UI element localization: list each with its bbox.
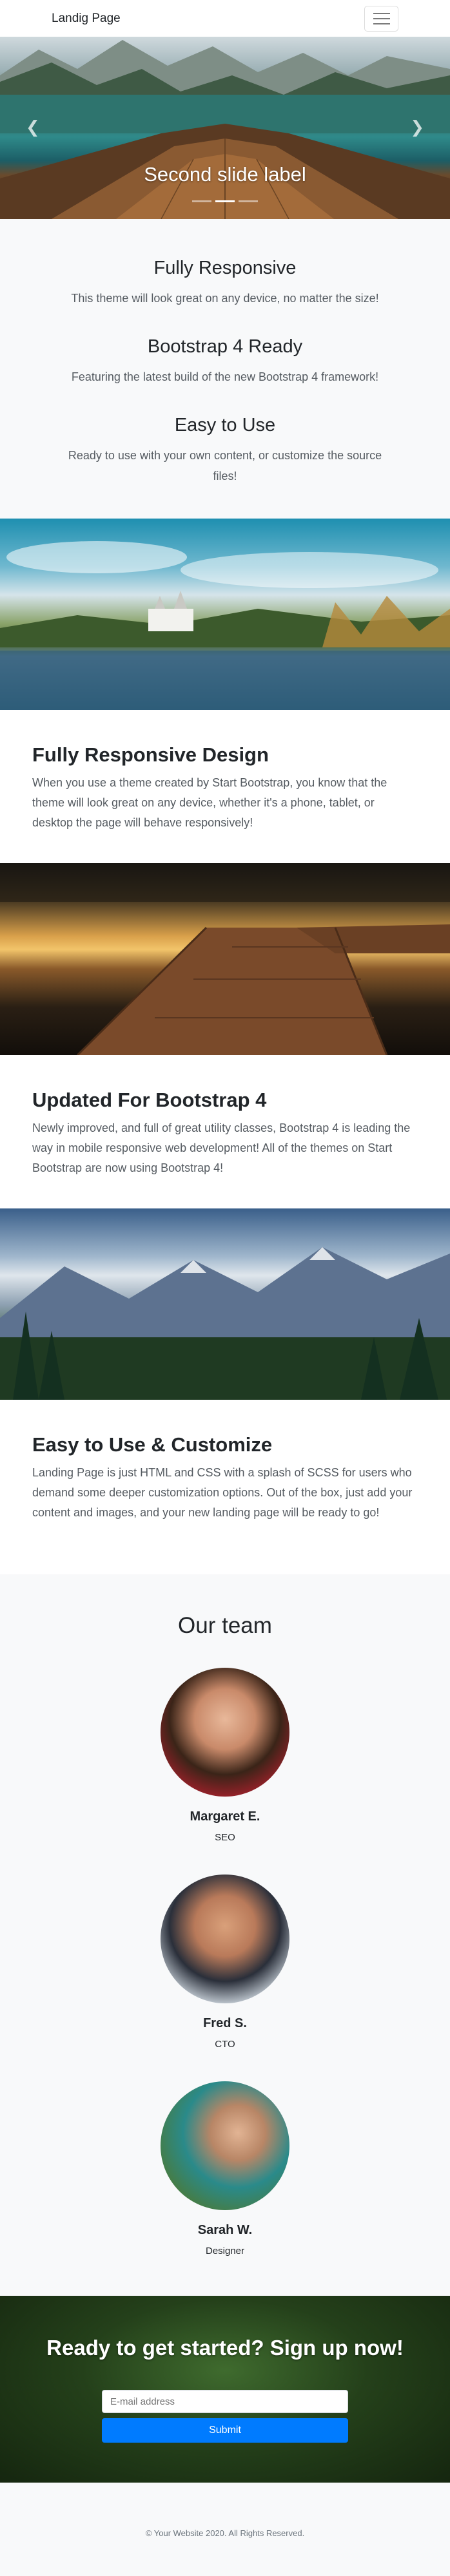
section-text: Landing Page is just HTML and CSS with a… xyxy=(32,1466,413,1519)
chevron-left-icon[interactable]: ❮ xyxy=(26,117,40,137)
feature-text: Ready to use with your own content, or c… xyxy=(68,449,382,482)
carousel-indicators xyxy=(0,200,450,202)
feature-item: Bootstrap 4 Ready Featuring the latest b… xyxy=(0,336,450,387)
email-field[interactable] xyxy=(102,2390,348,2413)
features-section: Fully Responsive This theme will look gr… xyxy=(0,219,450,519)
signup-section: Ready to get started? Sign up now! Submi… xyxy=(0,2296,450,2483)
feature-item: Easy to Use Ready to use with your own c… xyxy=(0,415,450,486)
footer-copyright: © Your Website 2020. All Rights Reserved… xyxy=(145,2528,305,2538)
member-role: Designer xyxy=(205,2246,245,2256)
section-title: Easy to Use & Customize xyxy=(32,1433,273,1456)
hero-carousel: ❮ ❯ Second slide label xyxy=(0,37,450,219)
carousel-indicator[interactable] xyxy=(239,200,258,202)
section-text: When you use a theme created by Start Bo… xyxy=(32,776,387,829)
footer: © Your Website 2020. All Rights Reserved… xyxy=(0,2483,450,2576)
submit-button[interactable]: Submit xyxy=(102,2418,348,2443)
team-member: Fred S. CTO xyxy=(0,1875,450,2050)
section-title: Updated For Bootstrap 4 xyxy=(32,1089,267,1111)
feature-text: Featuring the latest build of the new Bo… xyxy=(71,370,379,383)
avatar xyxy=(161,1668,289,1797)
team-title: Our team xyxy=(178,1613,272,1638)
chevron-right-icon[interactable]: ❯ xyxy=(410,117,424,137)
lake-castle-illustration xyxy=(0,541,450,710)
content-section: Updated For Bootstrap 4 Newly improved, … xyxy=(0,1055,450,1208)
member-name: Fred S. xyxy=(203,2016,247,2030)
carousel-caption: Second slide label xyxy=(144,163,306,186)
navbar: Landig Page xyxy=(0,0,450,37)
mountain-forest-image xyxy=(0,1208,450,1400)
feature-title: Bootstrap 4 Ready xyxy=(147,336,303,357)
feature-item: Fully Responsive This theme will look gr… xyxy=(0,258,450,309)
member-name: Margaret E. xyxy=(190,1809,260,1824)
dock-illustration xyxy=(0,863,450,1055)
carousel-indicator[interactable] xyxy=(192,200,211,202)
hamburger-icon[interactable] xyxy=(364,5,398,32)
navbar-brand[interactable]: Landig Page xyxy=(52,12,121,26)
avatar xyxy=(161,1875,289,2003)
signup-title: Ready to get started? Sign up now! xyxy=(46,2336,404,2360)
lake-castle-image xyxy=(0,519,450,710)
feature-title: Easy to Use xyxy=(174,415,276,435)
content-section: Fully Responsive Design When you use a t… xyxy=(0,710,450,863)
content-section: Easy to Use & Customize Landing Page is … xyxy=(0,1400,450,1574)
carousel-indicator-active[interactable] xyxy=(215,200,235,202)
member-role: CTO xyxy=(215,2039,235,2050)
avatar xyxy=(161,2081,289,2210)
feature-title: Fully Responsive xyxy=(153,258,297,278)
team-member: Sarah W. Designer xyxy=(0,2081,450,2256)
team-member: Margaret E. SEO xyxy=(0,1668,450,1843)
team-section: Our team Margaret E. SEO Fred S. CTO Sar… xyxy=(0,1574,450,2296)
sunset-dock-image xyxy=(0,863,450,1055)
section-text: Newly improved, and full of great utilit… xyxy=(32,1121,411,1174)
mountain-illustration xyxy=(0,1247,450,1400)
member-name: Sarah W. xyxy=(197,2223,253,2237)
section-title: Fully Responsive Design xyxy=(32,743,269,766)
member-role: SEO xyxy=(215,1832,235,1843)
feature-text: This theme will look great on any device… xyxy=(71,292,379,305)
